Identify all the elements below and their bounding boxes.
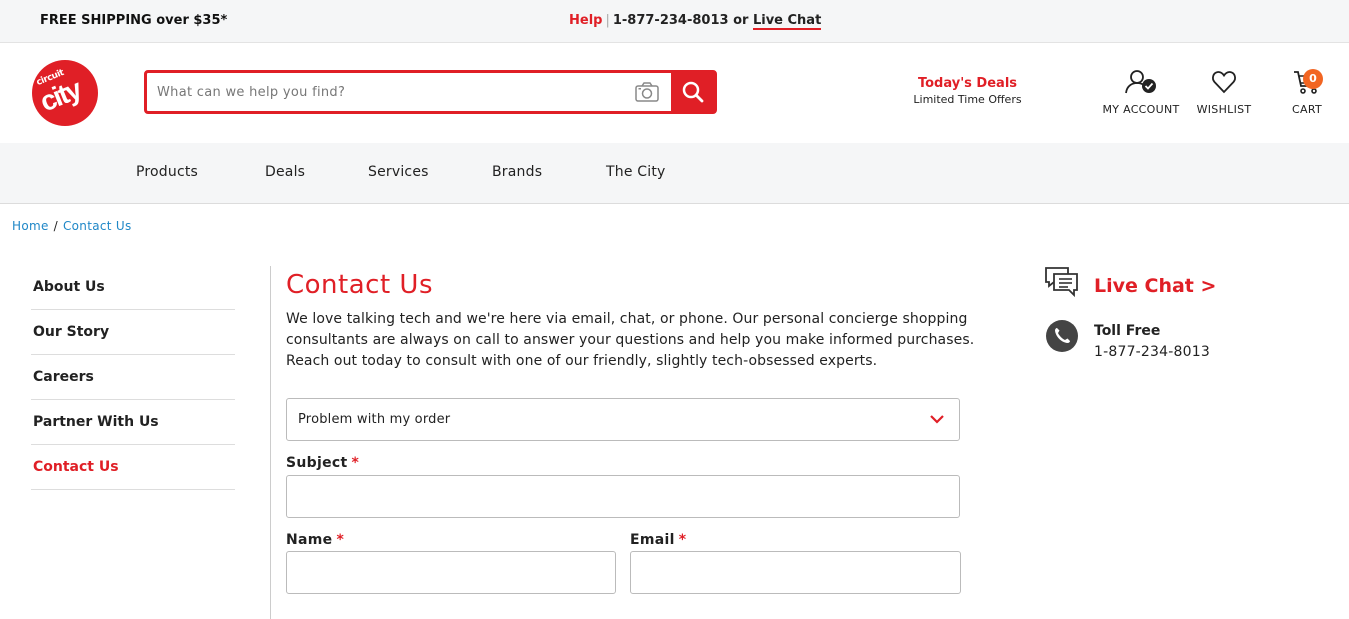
nav-services[interactable]: Services	[368, 164, 429, 180]
top-bar: FREE SHIPPING over $35* Help | 1-877-234-8…	[0, 0, 1349, 43]
email-field-wrap	[630, 551, 961, 594]
breadcrumb-separator: /	[53, 219, 58, 233]
deals-subtitle: Limited Time Offers	[913, 93, 1022, 106]
subject-label-text: Subject	[286, 455, 348, 471]
sidebar-item-our-story[interactable]: Our Story	[31, 310, 235, 355]
cart-button[interactable]: 0 CART	[1282, 69, 1332, 116]
required-mark: *	[678, 532, 687, 548]
sidebar-item-about-us[interactable]: About Us	[31, 265, 235, 310]
name-field[interactable]	[287, 552, 615, 593]
search-input[interactable]	[157, 81, 627, 103]
intro-text: We love talking tech and we're here via …	[286, 311, 975, 369]
required-mark: *	[351, 455, 360, 471]
account-icon	[1125, 70, 1156, 94]
subject-label: Subject *	[286, 455, 359, 471]
name-field-wrap	[286, 551, 616, 594]
site-header: circuit city Today's Deals Limited Time …	[0, 43, 1349, 143]
search-button[interactable]	[671, 72, 715, 112]
nav-products[interactable]: Products	[136, 164, 198, 180]
topic-select-value: Problem with my order	[298, 412, 451, 427]
main-navigation: Products Deals Services Brands The City	[0, 143, 1349, 204]
chevron-down-icon	[930, 415, 944, 424]
nav-the-city[interactable]: The City	[606, 164, 666, 180]
page-title: Contact Us	[286, 270, 433, 300]
toll-free-label: Toll Free	[1094, 323, 1161, 339]
chat-bubbles-icon	[1044, 266, 1080, 302]
live-chat-link[interactable]: Live Chat >	[1094, 275, 1216, 297]
email-label: Email *	[630, 532, 686, 548]
top-phone-number: 1-877-234-8013	[612, 13, 729, 28]
name-label-text: Name	[286, 532, 333, 548]
sidebar-item-partner-with-us[interactable]: Partner With Us	[31, 400, 235, 445]
search-bar	[144, 70, 717, 114]
todays-deals-link[interactable]: Today's Deals Limited Time Offers	[900, 76, 1035, 106]
circuit-city-logo[interactable]: circuit city	[32, 60, 98, 126]
sidebar-menu: About Us Our Story Careers Partner With …	[31, 265, 235, 490]
toll-free-number[interactable]: 1-877-234-8013	[1094, 344, 1210, 360]
breadcrumb: Home / Contact Us	[12, 219, 132, 233]
top-live-chat-link[interactable]: Live Chat	[752, 13, 822, 30]
free-shipping-text: FREE SHIPPING over $35*	[40, 13, 228, 28]
nav-deals[interactable]: Deals	[265, 164, 305, 180]
account-label: MY ACCOUNT	[1102, 103, 1180, 116]
name-label: Name *	[286, 532, 344, 548]
subject-field[interactable]	[287, 476, 959, 517]
nav-brands[interactable]: Brands	[492, 164, 542, 180]
subject-field-wrap	[286, 475, 960, 518]
cart-label: CART	[1292, 103, 1322, 116]
help-separator: |	[605, 13, 610, 28]
help-link[interactable]: Help	[569, 13, 602, 28]
deals-title: Today's Deals	[917, 76, 1018, 91]
sidebar-item-careers[interactable]: Careers	[31, 355, 235, 400]
required-mark: *	[336, 532, 345, 548]
sidebar-divider	[270, 266, 271, 619]
wishlist-button[interactable]: WISHLIST	[1188, 69, 1260, 116]
wishlist-label: WISHLIST	[1196, 103, 1252, 116]
email-field[interactable]	[631, 552, 960, 593]
contact-form-section: Contact Us We love talking tech and we'r…	[286, 270, 991, 594]
breadcrumb-home[interactable]: Home	[12, 219, 49, 233]
camera-search-icon[interactable]	[634, 81, 660, 103]
topic-select[interactable]: Problem with my order	[286, 398, 960, 441]
breadcrumb-current[interactable]: Contact Us	[63, 219, 132, 233]
email-label-text: Email	[630, 532, 675, 548]
or-text: or	[733, 13, 749, 28]
sidebar-item-contact-us[interactable]: Contact Us	[31, 445, 235, 490]
cart-count-badge: 0	[1303, 69, 1323, 89]
heart-icon	[1212, 71, 1236, 94]
phone-icon	[1046, 320, 1078, 352]
search-icon	[682, 81, 704, 103]
my-account-button[interactable]: MY ACCOUNT	[1097, 69, 1185, 116]
help-contact-line: Help | 1-877-234-8013 or Live Chat	[569, 13, 822, 30]
